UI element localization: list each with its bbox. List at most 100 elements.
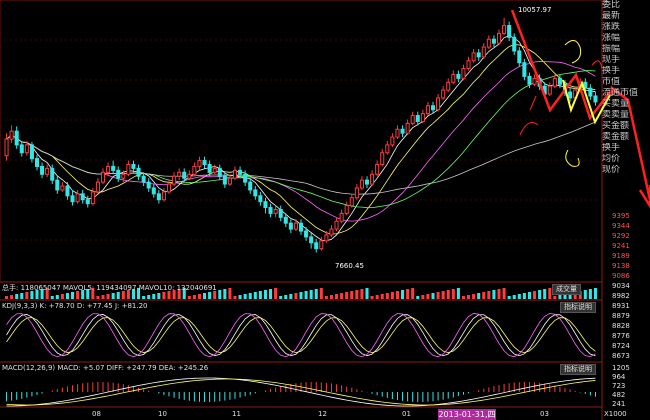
red-scribble-c bbox=[519, 95, 539, 136]
candle-body bbox=[136, 167, 141, 177]
candle-body bbox=[4, 138, 9, 157]
candle-body bbox=[75, 193, 80, 203]
volume-bar bbox=[395, 291, 399, 299]
candle-body bbox=[227, 177, 232, 185]
candle-body bbox=[70, 195, 75, 203]
volume-bar bbox=[96, 296, 100, 299]
volume-bar bbox=[502, 288, 506, 299]
volume-bar bbox=[360, 289, 364, 299]
candle-body bbox=[405, 122, 410, 134]
candle-body bbox=[14, 130, 19, 146]
candle-body bbox=[486, 38, 491, 48]
macd-help-button[interactable]: 指标说明 bbox=[560, 364, 596, 375]
volume-bar bbox=[197, 294, 201, 299]
volume-bar bbox=[406, 289, 410, 299]
candle-body bbox=[471, 52, 476, 62]
volume-bar bbox=[228, 288, 232, 299]
candle-body bbox=[334, 220, 339, 230]
volume-bar bbox=[5, 296, 9, 299]
candle-body bbox=[106, 165, 111, 173]
right-volume-tick: 482 bbox=[612, 391, 626, 399]
volume-bar bbox=[248, 293, 252, 299]
candle-body bbox=[400, 128, 405, 134]
candle-body bbox=[258, 195, 263, 203]
red-scribble-d bbox=[591, 60, 603, 70]
x-axis-label-11: 11 bbox=[232, 410, 241, 418]
candle-body bbox=[481, 46, 486, 58]
x-axis-label-08: 08 bbox=[92, 410, 101, 418]
candle-body bbox=[309, 236, 314, 244]
volume-bar bbox=[10, 295, 14, 299]
candle-body bbox=[359, 179, 364, 189]
candle-body bbox=[395, 128, 400, 138]
right-price-tick: 9292 bbox=[612, 232, 630, 240]
x-axis-label-12: 12 bbox=[318, 410, 327, 418]
sidebar-item: 流通市值 bbox=[602, 88, 639, 98]
volume-bar bbox=[60, 294, 64, 299]
right-volume-unit: X1000 bbox=[604, 410, 627, 418]
volume-bar bbox=[203, 293, 207, 299]
volume-bar bbox=[533, 291, 537, 299]
volume-bar bbox=[553, 296, 557, 299]
sidebar-item: 市值 bbox=[602, 77, 621, 87]
volume-button[interactable]: 成交量 bbox=[552, 284, 581, 295]
right-volume-tick: 1205 bbox=[612, 364, 630, 372]
candle-body bbox=[111, 165, 116, 171]
candle-body bbox=[339, 212, 344, 222]
candle-body bbox=[146, 181, 151, 189]
right-price-tick: 9241 bbox=[612, 242, 630, 250]
volume-bar bbox=[487, 291, 491, 299]
volume-bar bbox=[512, 295, 516, 299]
volume-bar bbox=[111, 293, 115, 299]
candle-body bbox=[273, 209, 278, 214]
sidebar-item: 均价 bbox=[602, 154, 621, 164]
right-volume-tick: 723 bbox=[612, 382, 626, 390]
candle-body bbox=[278, 209, 283, 218]
volume-bar bbox=[218, 290, 222, 299]
candle-body bbox=[161, 191, 166, 201]
sidebar-item: 委比 bbox=[602, 0, 621, 10]
volume-bar bbox=[335, 294, 339, 299]
volume-bar bbox=[370, 296, 374, 299]
volume-bar bbox=[20, 293, 24, 299]
volume-bar bbox=[355, 290, 359, 299]
volume-bar bbox=[279, 296, 283, 299]
volume-bar bbox=[527, 292, 531, 299]
candle-body bbox=[547, 85, 552, 95]
quote-sidebar: 委比 最新 涨跌 涨幅 振幅 现手 换手 市值 流通市值 买卖量 卖卖量 买金额 卖金额 换手 均价 现价 bbox=[602, 0, 650, 176]
candle-body bbox=[207, 163, 212, 173]
candle-body bbox=[461, 68, 466, 79]
volume-bar bbox=[284, 295, 288, 299]
volume-bar bbox=[380, 294, 384, 299]
candle-body bbox=[344, 205, 349, 214]
kdj-help-button[interactable]: 指标说明 bbox=[560, 302, 596, 313]
candle-body bbox=[410, 115, 415, 124]
volume-bar bbox=[365, 288, 369, 299]
volume-bar bbox=[324, 296, 328, 299]
candle-body bbox=[116, 169, 121, 179]
sidebar-item: 涨跌 bbox=[602, 22, 621, 32]
right-price-tick: 9034 bbox=[612, 282, 630, 290]
candle-body bbox=[502, 25, 507, 34]
volume-legend: 总手: 118065047 MAVOL5: 119434097 MAVOL10:… bbox=[2, 284, 217, 292]
candle-body bbox=[131, 163, 136, 169]
volume-bar bbox=[416, 296, 420, 299]
candle-body bbox=[202, 160, 207, 165]
volume-bar bbox=[142, 296, 146, 299]
volume-bar bbox=[543, 289, 547, 299]
volume-bar bbox=[583, 290, 587, 299]
ma60-line bbox=[6, 121, 596, 195]
volume-bar bbox=[258, 291, 262, 299]
candle-body bbox=[436, 97, 441, 111]
candle-body bbox=[217, 167, 222, 177]
candle-body bbox=[126, 163, 131, 175]
candle-body bbox=[65, 185, 70, 197]
volume-bar bbox=[497, 289, 501, 299]
volume-bar bbox=[263, 290, 267, 299]
candle-body bbox=[85, 199, 90, 205]
volume-bar bbox=[477, 293, 481, 299]
candle-body bbox=[446, 81, 451, 91]
volume-bar bbox=[507, 296, 511, 299]
volume-bar bbox=[253, 292, 257, 299]
candle-body bbox=[425, 105, 430, 115]
